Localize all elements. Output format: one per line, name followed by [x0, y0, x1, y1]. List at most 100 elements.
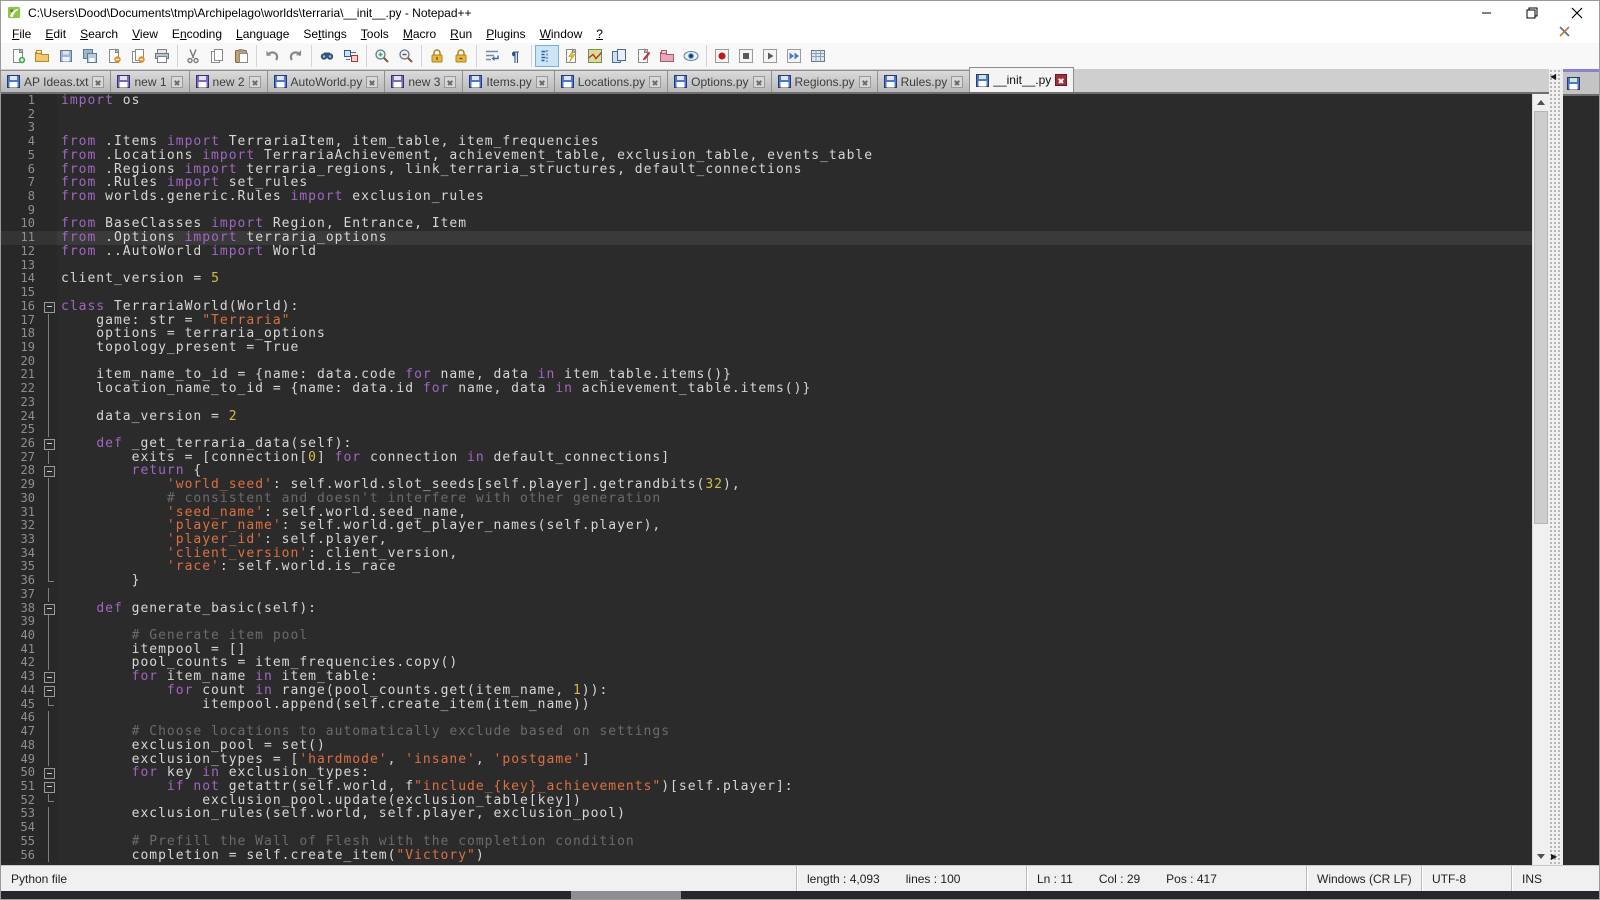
code-line[interactable]: 30 # consistent and doesn't interfere wi… — [1, 492, 1532, 506]
toolbar-define-language-button[interactable] — [559, 45, 583, 67]
code-line[interactable]: 2 — [1, 108, 1532, 122]
fold-marker[interactable] — [41, 437, 57, 451]
menu-item-search[interactable]: Search — [73, 25, 125, 43]
tab-new-1[interactable]: new 1 — [110, 70, 189, 92]
toolbar-document-list-button[interactable] — [607, 45, 631, 67]
toolbar-folder-as-workspace-button[interactable] — [655, 45, 679, 67]
tab-autoworld-py[interactable]: AutoWorld.py — [267, 70, 386, 92]
menu-item-file[interactable]: File — [5, 25, 38, 43]
toolbar-zoom-out-button[interactable] — [394, 45, 418, 67]
toolbar-document-map-button[interactable] — [583, 45, 607, 67]
tab-close-icon[interactable] — [1055, 74, 1067, 86]
menu-item-window[interactable]: Window — [533, 25, 590, 43]
code-line[interactable]: 32 'player_name': self.world.get_player_… — [1, 519, 1532, 533]
code-line[interactable]: 16class TerrariaWorld(World): — [1, 300, 1532, 314]
code-line[interactable]: 18 options = terraria_options — [1, 327, 1532, 341]
toolbar-copy-button[interactable] — [205, 45, 229, 67]
toolbar-open-file-button[interactable] — [30, 45, 54, 67]
code-line[interactable]: 8from worlds.generic.Rules import exclus… — [1, 190, 1532, 204]
code-line[interactable]: 37 — [1, 588, 1532, 602]
secondary-view-tab[interactable] — [1563, 69, 1599, 94]
toolbar-sync-vertical-scroll-button[interactable] — [425, 45, 449, 67]
fold-marker[interactable] — [41, 300, 57, 314]
tab-regions-py[interactable]: Regions.py — [771, 70, 878, 92]
splitter-collapse-left-icon[interactable]: ◀ — [1550, 73, 1556, 81]
menu-item-macro[interactable]: Macro — [396, 25, 443, 43]
code-line[interactable]: 29 'world_seed': self.world.slot_seeds[s… — [1, 478, 1532, 492]
close-window-button[interactable] — [1554, 1, 1599, 24]
tab-ap-ideas-txt[interactable]: AP Ideas.txt — [0, 70, 111, 92]
code-line[interactable]: 49 exclusion_types = ['hardmode', 'insan… — [1, 753, 1532, 767]
status-encoding[interactable]: UTF-8 — [1421, 866, 1511, 891]
vertical-scrollbar[interactable] — [1532, 94, 1549, 865]
fold-marker[interactable] — [41, 602, 57, 616]
view-splitter[interactable]: ◀ ▶ — [1549, 69, 1561, 865]
code-line[interactable]: 20 — [1, 355, 1532, 369]
toolbar-zoom-in-button[interactable] — [370, 45, 394, 67]
code-line[interactable]: 51 if not getattr(self.world, f"include_… — [1, 780, 1532, 794]
toolbar-word-wrap-button[interactable] — [480, 45, 504, 67]
menu-item-[interactable]: ? — [589, 25, 610, 43]
code-line[interactable]: 9 — [1, 204, 1532, 218]
code-line[interactable]: 40 # Generate item pool — [1, 629, 1532, 643]
fold-marker[interactable] — [41, 766, 57, 780]
toolbar-print-button[interactable] — [150, 45, 174, 67]
fold-marker[interactable] — [41, 670, 57, 684]
tab-close-icon[interactable] — [951, 76, 963, 88]
tab--init-py[interactable]: __init__.py — [969, 67, 1074, 92]
tab-items-py[interactable]: Items.py — [462, 70, 554, 92]
code-line[interactable]: 11from .Options import terraria_options — [1, 231, 1532, 245]
code-line[interactable]: 19 topology_present = True — [1, 341, 1532, 355]
code-line[interactable]: 7from .Rules import set_rules — [1, 176, 1532, 190]
toolbar-show-indent-guide-button[interactable] — [535, 45, 559, 67]
tab-options-py[interactable]: Options.py — [667, 70, 771, 92]
code-line[interactable]: 12from ..AutoWorld import World — [1, 245, 1532, 259]
code-line[interactable]: 42 pool_counts = item_frequencies.copy() — [1, 656, 1532, 670]
toolbar-macro-stop-button[interactable] — [734, 45, 758, 67]
status-eol-format[interactable]: Windows (CR LF) — [1306, 866, 1421, 891]
code-line[interactable]: 45 itempool.append(self.create_item(item… — [1, 698, 1532, 712]
tab-close-icon[interactable] — [859, 76, 871, 88]
scroll-down-button[interactable] — [1533, 848, 1549, 865]
toolbar-close-button[interactable] — [102, 45, 126, 67]
code-line[interactable]: 34 'client_version': client_version, — [1, 547, 1532, 561]
menu-item-tools[interactable]: Tools — [354, 25, 396, 43]
code-line[interactable]: 24 data_version = 2 — [1, 410, 1532, 424]
code-line[interactable]: 25 — [1, 423, 1532, 437]
menu-item-settings[interactable]: Settings — [296, 25, 353, 43]
toolbar-undo-button[interactable] — [260, 45, 284, 67]
code-line[interactable]: 35 'race': self.world.is_race — [1, 560, 1532, 574]
menu-item-plugins[interactable]: Plugins — [479, 25, 532, 43]
fold-marker[interactable] — [41, 684, 57, 698]
code-line[interactable]: 39 — [1, 615, 1532, 629]
tab-new-3[interactable]: new 3 — [384, 70, 463, 92]
secondary-view-editor[interactable] — [1563, 94, 1599, 865]
toolbar-function-list-button[interactable] — [631, 45, 655, 67]
toolbar-replace-button[interactable] — [339, 45, 363, 67]
fold-marker[interactable] — [41, 780, 57, 794]
code-line[interactable]: 31 'seed_name': self.world.seed_name, — [1, 506, 1532, 520]
code-line[interactable]: 52 exclusion_pool.update(exclusion_table… — [1, 794, 1532, 808]
code-line[interactable]: 4from .Items import TerrariaItem, item_t… — [1, 135, 1532, 149]
toolbar-macro-run-multiple-button[interactable] — [782, 45, 806, 67]
toolbar-new-file-button[interactable] — [6, 45, 30, 67]
minimize-button[interactable] — [1464, 1, 1509, 24]
code-line[interactable]: 38 def generate_basic(self): — [1, 602, 1532, 616]
code-line[interactable]: 48 exclusion_pool = set() — [1, 739, 1532, 753]
code-line[interactable]: 28 return { — [1, 464, 1532, 478]
menu-item-language[interactable]: Language — [229, 25, 296, 43]
code-line[interactable]: 3 — [1, 121, 1532, 135]
toolbar-save-button[interactable] — [54, 45, 78, 67]
code-line[interactable]: 21 item_name_to_id = {name: data.code fo… — [1, 368, 1532, 382]
toolbar-paste-button[interactable] — [229, 45, 253, 67]
code-line[interactable]: 17 game: str = "Terraria" — [1, 314, 1532, 328]
status-insert-mode[interactable]: INS — [1511, 866, 1599, 891]
toolbar-monitoring-button[interactable] — [679, 45, 703, 67]
code-line[interactable]: 13 — [1, 259, 1532, 273]
menu-item-run[interactable]: Run — [443, 25, 479, 43]
code-line[interactable]: 22 location_name_to_id = {name: data.id … — [1, 382, 1532, 396]
code-line[interactable]: 50 for key in exclusion_types: — [1, 766, 1532, 780]
menu-item-view[interactable]: View — [125, 25, 165, 43]
toolbar-cut-button[interactable] — [181, 45, 205, 67]
code-line[interactable]: 56 completion = self.create_item("Victor… — [1, 849, 1532, 863]
